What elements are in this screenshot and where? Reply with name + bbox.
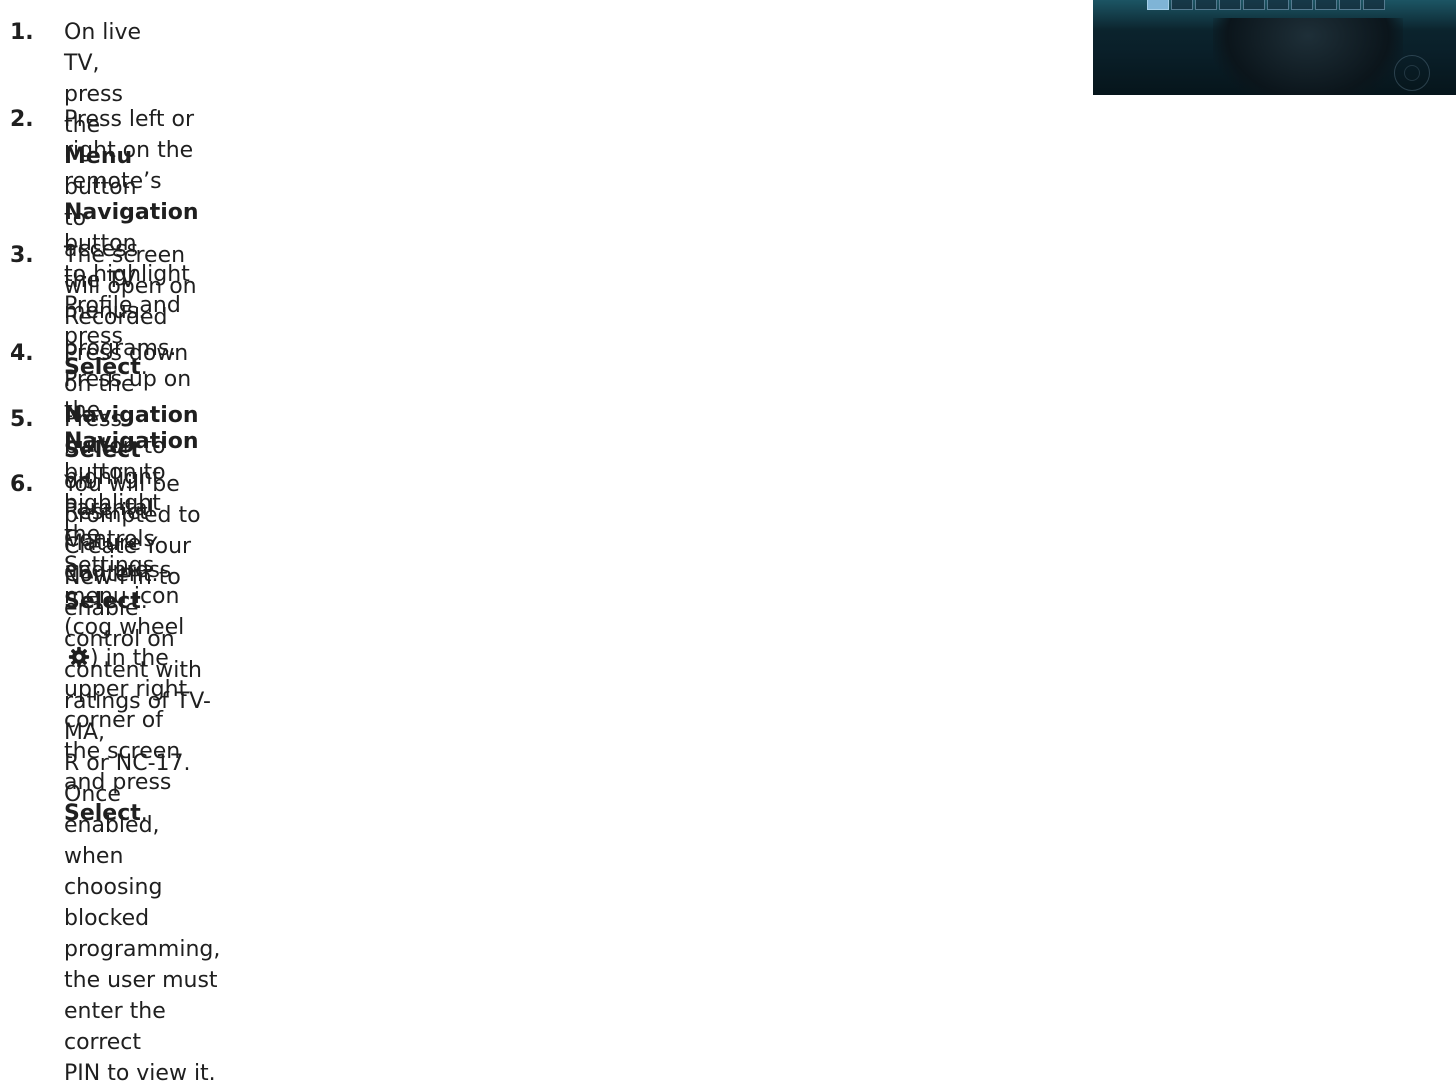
pin-cell [1339, 0, 1361, 10]
emphasis-term: Navigation [64, 200, 199, 225]
step-number: 2. [10, 107, 34, 132]
pin-cell [1315, 0, 1337, 10]
emphasis-term: Select [64, 438, 141, 463]
step-number: 3. [10, 243, 34, 268]
pin-cell [1219, 0, 1241, 10]
pin-cell [1267, 0, 1289, 10]
step-text: You will be prompted to Create Your New … [64, 472, 221, 1086]
pin-cell [1195, 0, 1217, 10]
step-number: 6. [10, 472, 34, 497]
pin-cell [1363, 0, 1385, 10]
step-number: 4. [10, 341, 34, 366]
pin-cell [1171, 0, 1193, 10]
remote-dial-center-icon [1404, 65, 1420, 81]
pin-cell [1147, 0, 1169, 10]
tv-pin-entry-row [1147, 0, 1385, 10]
step-number: 1. [10, 20, 34, 45]
tv-menu-screenshot [1093, 0, 1456, 95]
pin-cell [1243, 0, 1265, 10]
step-number: 5. [10, 407, 34, 432]
pin-cell [1291, 0, 1313, 10]
tv-presenter-silhouette [1213, 18, 1403, 95]
